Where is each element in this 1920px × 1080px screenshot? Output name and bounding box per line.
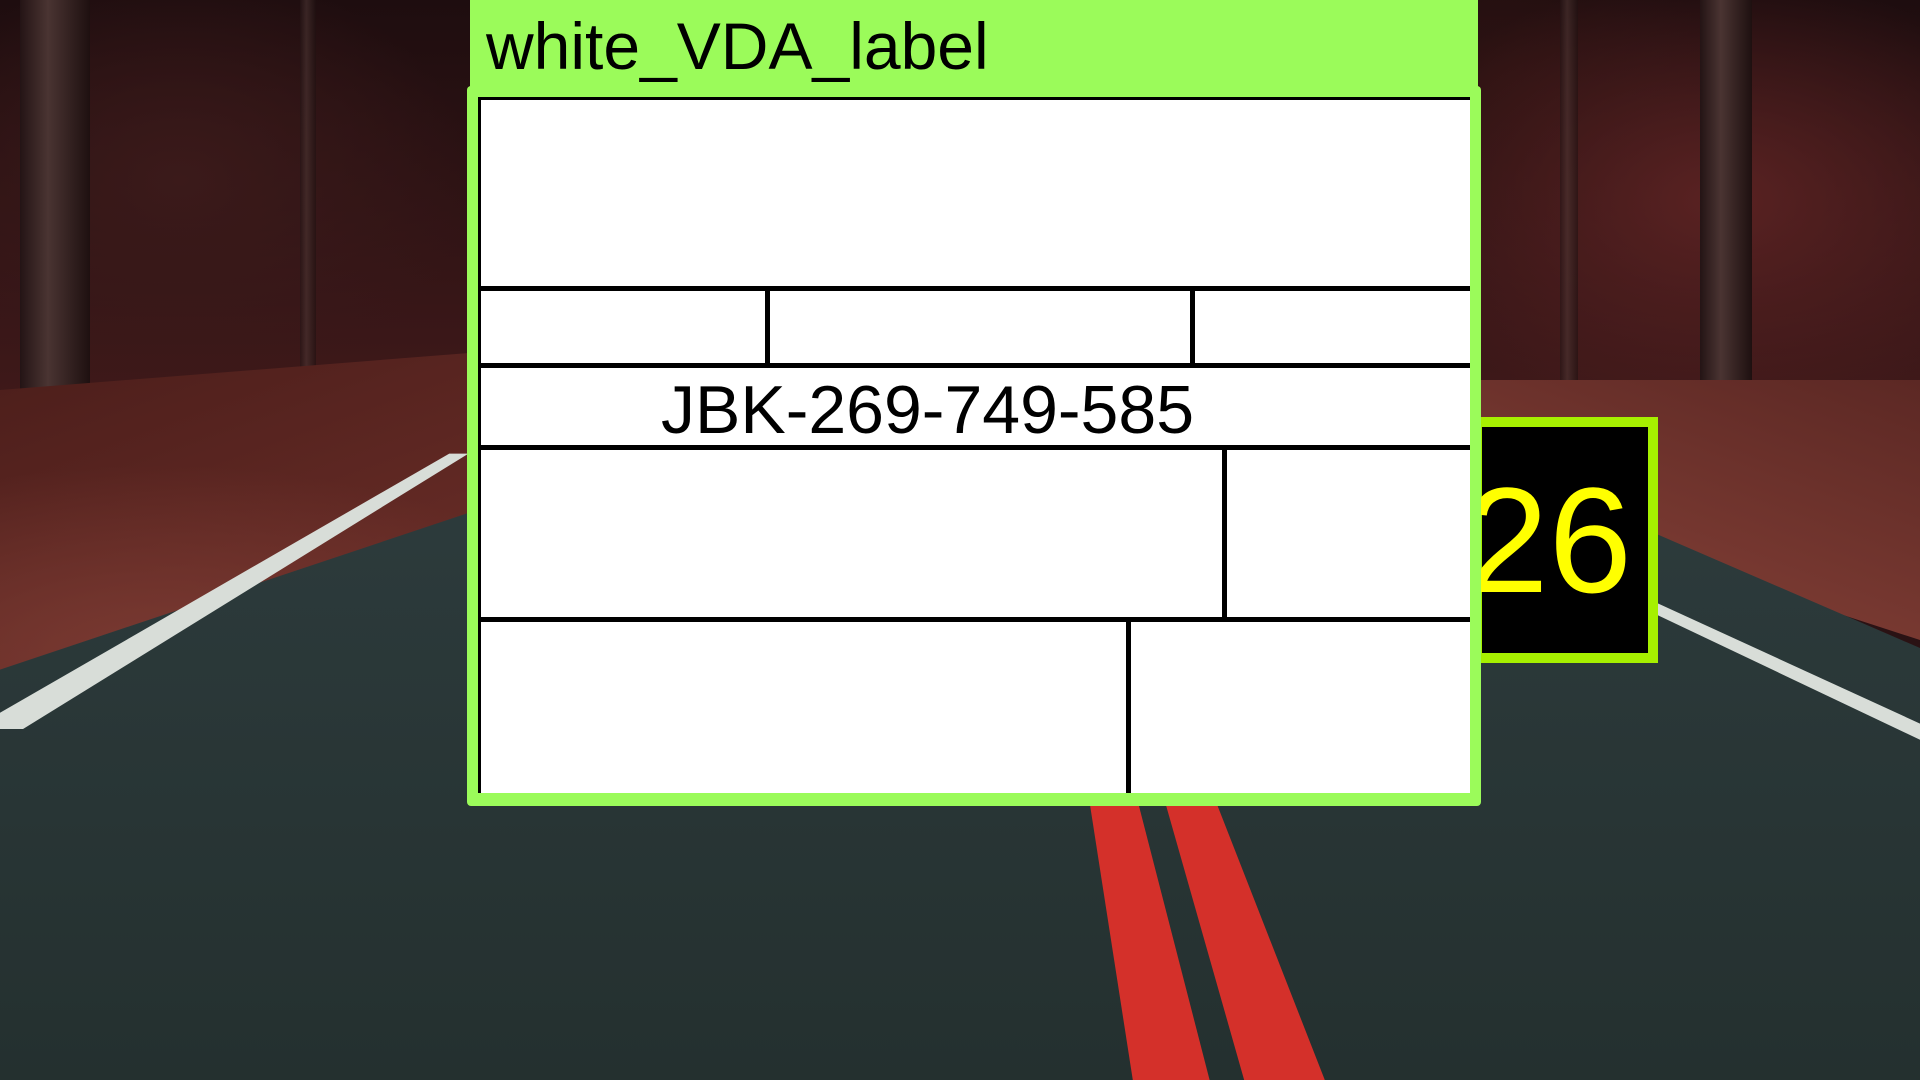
label-divider xyxy=(481,286,1470,291)
score-badge: 26 xyxy=(1465,417,1658,663)
white-label: JBK-269-749-585 xyxy=(478,97,1470,793)
tree-trunk xyxy=(1700,0,1752,420)
label-divider xyxy=(1190,289,1195,363)
score-value: 26 xyxy=(1465,456,1632,624)
tree-trunk xyxy=(1560,0,1578,420)
label-divider xyxy=(481,617,1470,622)
detection-class-label: white_VDA_label xyxy=(486,9,989,83)
label-divider xyxy=(1222,448,1227,617)
label-divider xyxy=(1126,620,1131,793)
detection-class-header: white_VDA_label xyxy=(470,0,1478,92)
label-divider xyxy=(765,289,770,363)
label-divider xyxy=(481,445,1470,450)
label-divider xyxy=(481,363,1470,368)
tracking-number: JBK-269-749-585 xyxy=(661,372,1195,448)
scene: 26 white_VDA_label JBK-269-749-585 xyxy=(0,0,1920,1080)
